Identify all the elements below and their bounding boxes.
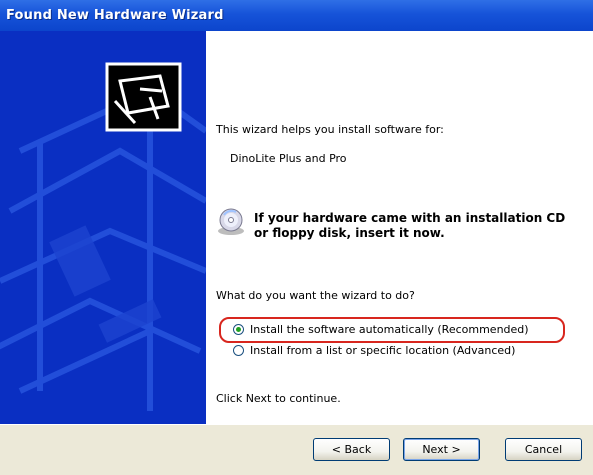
intro-text: This wizard helps you install software f… <box>216 123 444 136</box>
cd-prompt-line2: or floppy disk, insert it now. <box>254 226 445 240</box>
option-install-list-label[interactable]: Install from a list or specific location… <box>250 344 515 357</box>
continue-hint: Click Next to continue. <box>216 392 341 405</box>
next-button[interactable]: Next > <box>403 438 480 461</box>
wizard-question: What do you want the wizard to do? <box>216 289 415 302</box>
radio-install-list[interactable] <box>233 345 244 356</box>
wizard-window: This wizard helps you install software f… <box>0 31 593 475</box>
cd-prompt-line1: If your hardware came with an installati… <box>254 211 566 225</box>
wizard-content: This wizard helps you install software f… <box>206 31 593 424</box>
wizard-side-graphic <box>0 31 206 424</box>
window-title: Found New Hardware Wizard <box>6 8 224 23</box>
hardware-board-icon <box>105 62 182 132</box>
radio-install-auto[interactable] <box>233 324 244 335</box>
side-graphic-art <box>0 62 206 411</box>
option-install-auto-label[interactable]: Install the software automatically (Reco… <box>250 323 529 336</box>
back-button[interactable]: < Back <box>313 438 390 461</box>
cd-disc-icon <box>216 207 246 237</box>
radio-selected-dot <box>236 327 241 332</box>
cancel-button[interactable]: Cancel <box>505 438 582 461</box>
title-bar[interactable]: Found New Hardware Wizard <box>0 0 593 31</box>
button-bar: < Back Next > Cancel <box>0 424 593 475</box>
device-name: DinoLite Plus and Pro <box>230 152 347 165</box>
